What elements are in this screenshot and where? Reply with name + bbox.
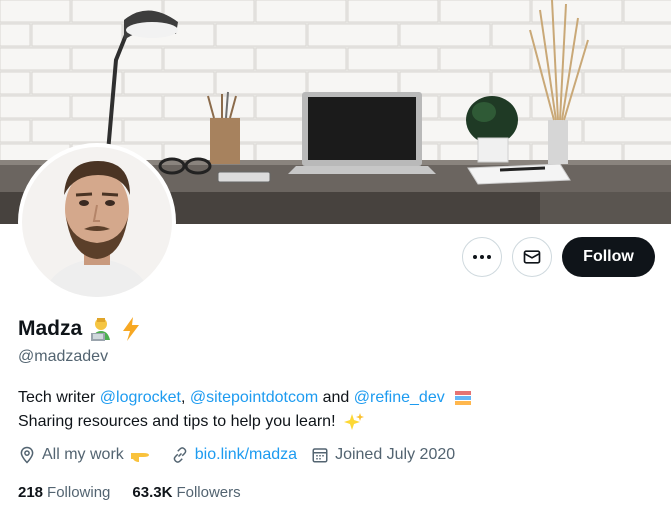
link-icon	[173, 447, 187, 463]
following-stat[interactable]: 218 Following	[18, 484, 110, 501]
more-horizontal-icon	[473, 255, 491, 259]
avatar[interactable]	[18, 143, 176, 301]
mention-refine-dev[interactable]: @refine_dev	[354, 389, 445, 406]
followers-count: 63.3K	[132, 484, 173, 501]
website-link[interactable]: bio.link/madza	[195, 446, 297, 464]
bio-separator: ,	[180, 389, 190, 406]
follow-stats: 218 Following 63.3K Followers	[18, 484, 263, 501]
handle: @madzadev	[18, 348, 109, 365]
mention-sitepointdotcom[interactable]: @sitepointdotcom	[190, 389, 318, 406]
followers-label: Followers	[176, 484, 241, 501]
bio: Tech writer @logrocket, @sitepointdotcom…	[18, 386, 473, 434]
follow-button[interactable]: Follow	[562, 237, 655, 277]
envelope-icon	[523, 250, 541, 264]
lightning-emoji-icon	[123, 317, 140, 341]
message-button[interactable]	[512, 237, 552, 277]
profile-meta: All my work bio.link/madza Joined July 2…	[18, 446, 469, 464]
calendar-icon	[312, 448, 328, 463]
location-text: All my work	[42, 446, 124, 463]
technologist-emoji-icon	[91, 318, 111, 341]
following-label: Following	[47, 484, 111, 501]
bio-text: Tech writer	[18, 389, 100, 406]
name-row: Madza	[18, 316, 142, 342]
joined-date: Joined July 2020	[311, 446, 455, 464]
joined-text: Joined July 2020	[335, 446, 456, 463]
display-name: Madza	[18, 317, 83, 340]
avatar-image	[22, 147, 172, 297]
mention-logrocket[interactable]: @logrocket	[100, 389, 181, 406]
pointing-hand-emoji-icon	[130, 453, 149, 462]
sparkles-emoji-icon	[343, 412, 364, 430]
location-pin-icon	[20, 446, 34, 464]
bio-text: Sharing resources and tips to help you l…	[18, 413, 336, 430]
bio-line-2: Sharing resources and tips to help you l…	[18, 410, 473, 434]
website[interactable]: bio.link/madza	[171, 446, 297, 464]
following-count: 218	[18, 484, 44, 501]
bio-separator: and	[318, 389, 354, 406]
bio-line-1: Tech writer @logrocket, @sitepointdotcom…	[18, 386, 473, 410]
profile-actions: Follow	[462, 237, 655, 277]
more-options-button[interactable]	[462, 237, 502, 277]
location: All my work	[18, 446, 157, 464]
books-emoji-icon	[455, 390, 472, 405]
followers-stat[interactable]: 63.3K Followers	[132, 484, 240, 501]
